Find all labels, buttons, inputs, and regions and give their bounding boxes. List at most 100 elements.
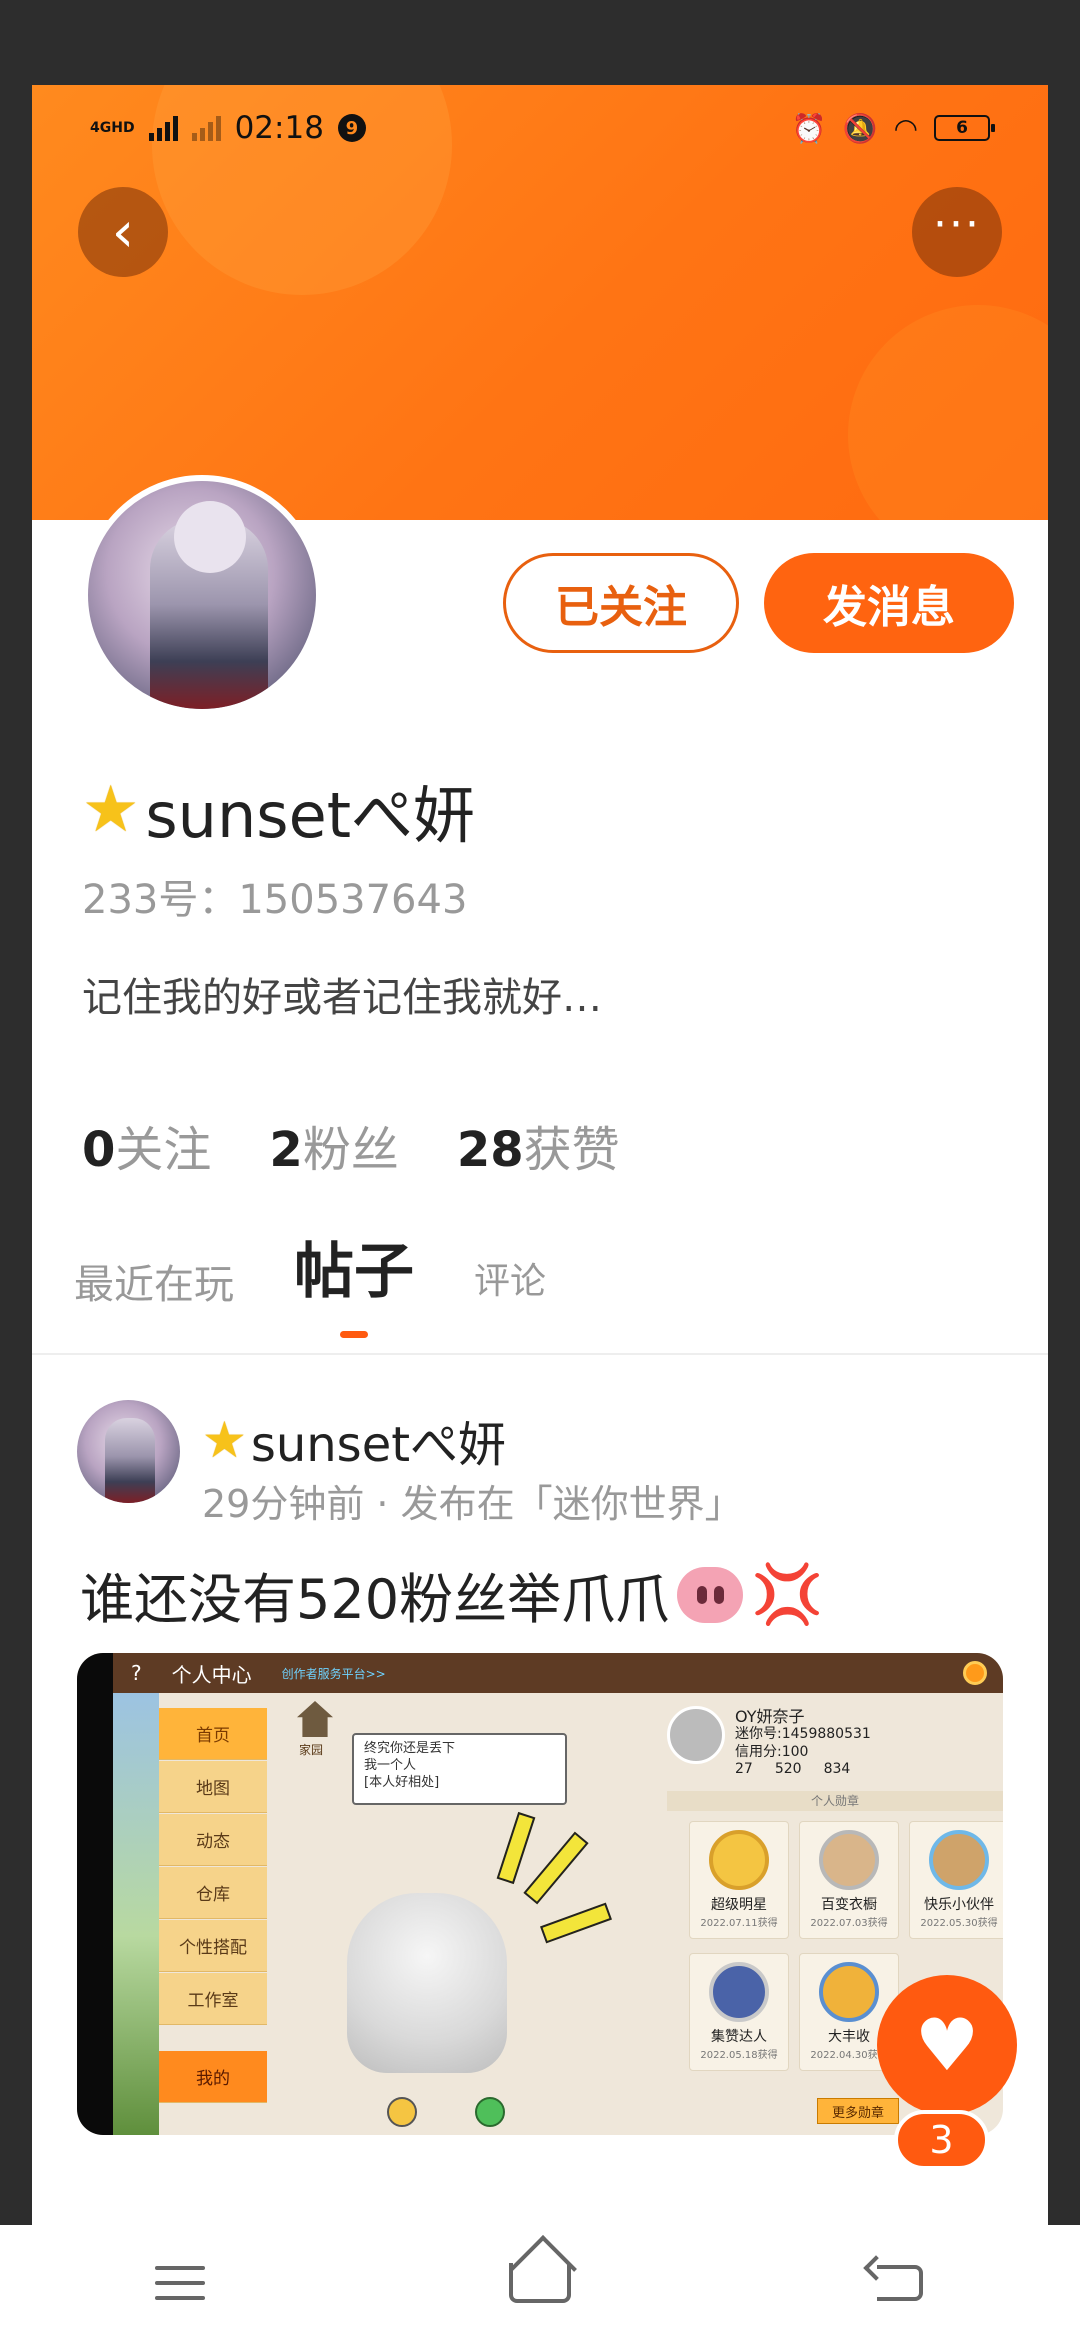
game-character (347, 1893, 507, 2073)
image-edge (77, 1653, 113, 2135)
more-button[interactable]: ··· (912, 187, 1002, 277)
medal-name: 集赞达人 (711, 2029, 767, 2045)
pig-nose-emoji-icon (677, 1566, 744, 1623)
home-icon (297, 1701, 333, 1737)
followed-button[interactable]: 已关注 (503, 553, 739, 653)
post-title-text: 谁还没有520粉丝举爪爪 (80, 1568, 670, 1631)
status-bar-right: ⏰ 🔕 ◠ 6 (791, 103, 995, 153)
profile-stats: 0关注 2粉丝 28获赞 (82, 1110, 620, 1180)
signal-icon (148, 115, 178, 141)
like-count-badge: 3 (894, 2110, 989, 2170)
stat-following[interactable]: 0关注 (82, 1110, 211, 1180)
post-title[interactable]: 谁还没有520粉丝举爪爪 💢 (80, 1555, 823, 1634)
emphasis-ray (540, 1902, 612, 1944)
stat-likes[interactable]: 28获赞 (457, 1110, 620, 1180)
back-nav-icon (877, 2264, 923, 2301)
medal-card: 集赞达人 2022.05.18获得 (689, 1953, 789, 2071)
stat-fans[interactable]: 2粉丝 (269, 1110, 398, 1180)
medal-icon (819, 1830, 879, 1890)
tab-posts[interactable]: 帖子 (294, 1223, 414, 1338)
avatar-figure (105, 1418, 155, 1503)
medal-header: 个人勋章 (667, 1791, 1003, 1811)
back-nav-button[interactable] (865, 2253, 935, 2313)
medal-name: 超级明星 (711, 1897, 767, 1913)
post-author-avatar[interactable] (77, 1400, 180, 1503)
user-name: ★ sunsetぺ妍 (82, 765, 475, 855)
medal-name: 快乐小伙伴 (924, 1897, 994, 1913)
help-icon: ? (131, 1661, 142, 1685)
medal-card: 百变衣橱 2022.07.03获得 (799, 1821, 899, 1939)
stat-label: 粉丝 (302, 1122, 399, 1178)
medal-name: 百变衣橱 (821, 1897, 877, 1913)
bubble-line: [本人好相处] (364, 1775, 440, 1790)
send-message-button[interactable]: 发消息 (764, 553, 1014, 653)
post-author-name[interactable]: ★ sunsetぺ妍 (202, 1405, 506, 1475)
more-medals-button: 更多勋章 (817, 2098, 899, 2124)
avatar[interactable] (82, 475, 322, 715)
medal-date: 2022.07.03获得 (810, 1918, 888, 1929)
lock-icon (475, 2097, 505, 2127)
home-nav-icon (509, 2262, 571, 2303)
home-button[interactable] (505, 2253, 575, 2313)
header-decoration (848, 305, 1048, 520)
notification-badge: 9 (337, 114, 366, 142)
network-type: 4GHD (90, 119, 135, 136)
avatar-head (174, 501, 246, 573)
medal-date: 2022.07.11获得 (700, 1918, 778, 1929)
stat-number: 28 (456, 1122, 524, 1178)
game-menu: 首页 地图 动态 仓库 个性搭配 工作室 我的 (159, 1708, 267, 2118)
game-avatar (667, 1706, 725, 1764)
stat-label: 获赞 (523, 1122, 620, 1178)
game-menu-item: 地图 (159, 1761, 267, 1813)
game-stat: 27 (735, 1761, 753, 1777)
status-time: 02:18 (234, 110, 324, 146)
like-float-button[interactable]: ♥ (877, 1975, 1017, 2115)
post-image[interactable]: ? 个人中心 创作者服务平台>> 首页 地图 动态 仓库 个性搭配 工作室 我的… (77, 1653, 1003, 2135)
stat-number: 0 (82, 1122, 116, 1178)
chevron-left-icon: ‹ (111, 199, 135, 265)
menu-icon (155, 2265, 205, 2300)
post-author-text: sunsetぺ妍 (250, 1417, 507, 1473)
wifi-icon: ◠ (893, 111, 918, 145)
medal-icon (709, 1962, 769, 2022)
speech-bubble: 终究你还是丢下 我一个人 [本人好相处] (352, 1733, 567, 1805)
medal-date: 2022.05.30获得 (920, 1918, 998, 1929)
profile-tabs: 最近在玩 帖子 评论 (74, 1223, 546, 1338)
stat-label: 关注 (115, 1122, 212, 1178)
recent-apps-button[interactable] (145, 2253, 215, 2313)
alarm-icon: ⏰ (791, 111, 827, 145)
game-menu-item: 个性搭配 (159, 1920, 267, 1972)
emphasis-ray (496, 1811, 536, 1885)
tab-comments[interactable]: 评论 (474, 1252, 546, 1304)
game-topbar: ? 个人中心 创作者服务平台>> (113, 1653, 1003, 1693)
medal-icon (819, 1962, 879, 2022)
game-menu-item: 我的 (159, 2051, 267, 2103)
user-id: 233号：150537643 (82, 877, 468, 923)
star-icon: ★ (202, 1411, 247, 1469)
star-icon: ★ (82, 773, 140, 847)
system-navbar (0, 2225, 1080, 2340)
medal-icon (709, 1830, 769, 1890)
signal-2-icon (191, 115, 221, 141)
stat-number: 2 (269, 1122, 303, 1178)
home-label: 家园 (299, 1743, 324, 1757)
game-menu-item: 首页 (159, 1708, 267, 1760)
game-background (113, 1693, 159, 2135)
game-menu-item: 工作室 (159, 1973, 267, 2025)
status-bar-left: 4GHD 02:18 9 (90, 103, 366, 153)
ellipsis-icon: ··· (933, 199, 981, 250)
tab-recently-played[interactable]: 最近在玩 (74, 1252, 234, 1310)
game-profile-stats: 27 520 834 (735, 1761, 850, 1777)
game-profile-box: OY妍奈子 迷你号:1459880531 信用分:100 27 520 834 (667, 1701, 1003, 1841)
heart-icon: ♥ (914, 2003, 980, 2087)
user-name-text: sunsetぺ妍 (145, 779, 476, 852)
back-button[interactable]: ‹ (78, 187, 168, 277)
battery-icon: 6 (934, 115, 995, 141)
anger-emoji-icon: 💢 (751, 1560, 824, 1628)
mute-icon: 🔕 (842, 111, 878, 145)
game-stat: 520 (774, 1761, 802, 1777)
medal-card: 超级明星 2022.07.11获得 (689, 1821, 789, 1939)
edit-icon (387, 2097, 417, 2127)
user-bio: 记住我的好或者记住我就好… (82, 975, 602, 1021)
emphasis-ray (523, 1831, 589, 1905)
